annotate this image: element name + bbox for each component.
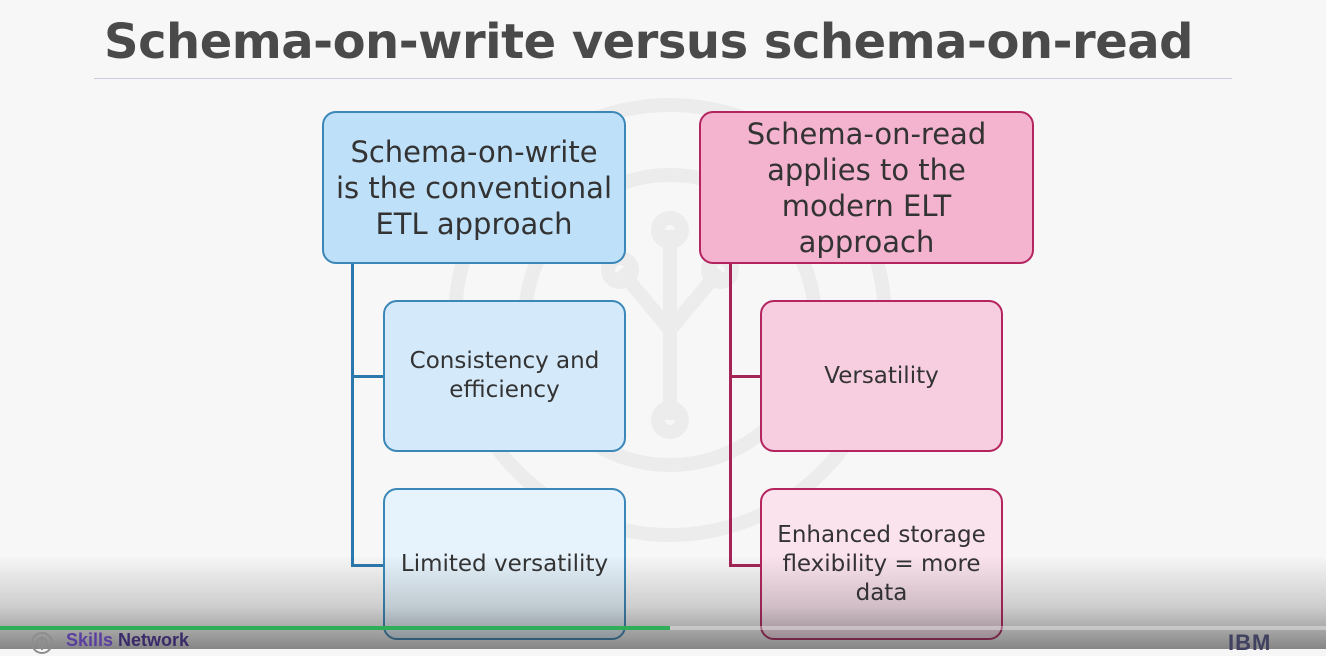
right-connector-vertical xyxy=(729,264,732,567)
slide: Schema-on-write versus schema-on-read Sc… xyxy=(0,0,1326,655)
header-line: Schema-on-read xyxy=(746,116,987,151)
left-connector-1 xyxy=(351,375,383,378)
skills-network-brand: Skills Network xyxy=(66,630,189,651)
video-overlay-gradient xyxy=(0,555,1326,649)
item-line: Enhanced storage xyxy=(777,521,986,548)
header-line: approach xyxy=(798,224,935,259)
header-line: ETL approach xyxy=(375,206,573,241)
schema-on-read-header: Schema-on-read applies to the modern ELT… xyxy=(699,111,1034,264)
ibm-logo: IBM xyxy=(1228,630,1272,655)
left-connector-vertical xyxy=(351,264,354,567)
item-line: Versatility xyxy=(824,362,939,389)
header-line: modern ELT xyxy=(781,188,952,223)
brand-skills: Skills xyxy=(66,630,114,650)
header-line: Schema-on-write xyxy=(350,134,598,169)
header-line: applies to the xyxy=(767,152,966,187)
header-line: is the conventional xyxy=(335,170,613,205)
slide-title: Schema-on-write versus schema-on-read xyxy=(104,14,1194,70)
title-underline xyxy=(94,78,1232,79)
versatility-box: Versatility xyxy=(760,300,1003,452)
brand-network: Network xyxy=(118,630,190,650)
schema-on-write-header: Schema-on-write is the conventional ETL … xyxy=(322,111,626,264)
item-line: Consistency and xyxy=(409,348,600,374)
right-connector-1 xyxy=(729,375,760,378)
item-line: efficiency xyxy=(449,377,560,403)
skills-network-logo-icon xyxy=(31,632,53,654)
consistency-box: Consistency and efficiency xyxy=(383,300,626,452)
